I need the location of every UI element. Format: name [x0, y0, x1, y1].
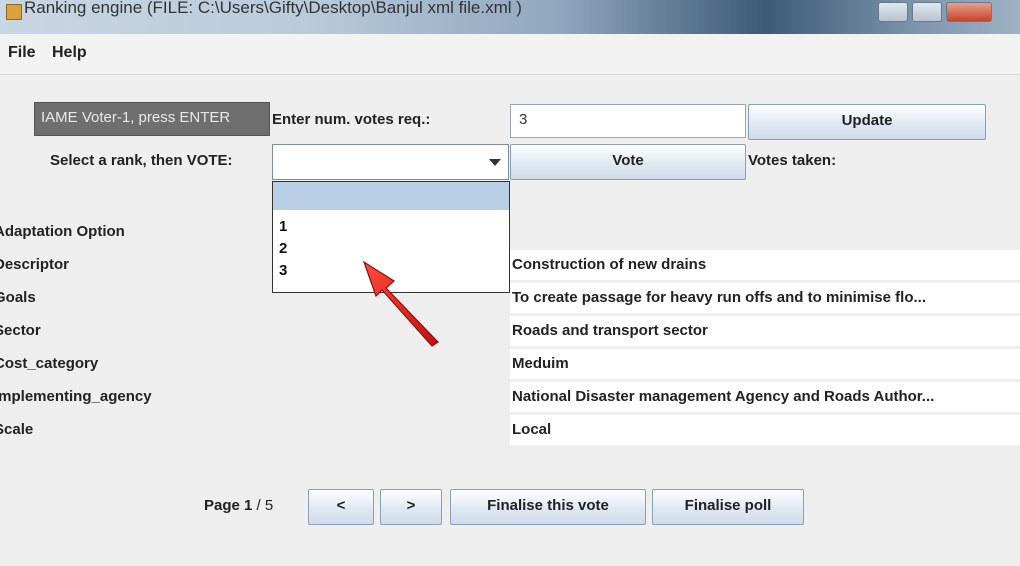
page-label: Page — [204, 497, 240, 514]
vote-button[interactable]: Vote — [510, 144, 746, 180]
attr-name-scale: Scale — [0, 421, 34, 438]
attr-value-descriptor: Construction of new drains — [512, 256, 707, 273]
prev-page-button[interactable]: < — [308, 489, 374, 525]
attr-value-cost-category: Meduim — [512, 355, 569, 372]
update-button[interactable]: Update — [748, 104, 986, 140]
rank-combo[interactable] — [272, 144, 509, 180]
attr-value-implementing-agency: National Disaster management Agency and … — [512, 388, 935, 405]
next-page-button[interactable]: > — [380, 489, 442, 525]
menu-file[interactable]: File — [8, 44, 36, 62]
window-title: Ranking engine (FILE: C:\Users\Gifty\Des… — [24, 0, 522, 17]
rank-option-blank[interactable] — [273, 182, 509, 210]
attr-value-sector: Roads and transport sector — [512, 322, 708, 339]
rank-option-1[interactable]: 1 — [273, 216, 509, 238]
chevron-down-icon[interactable] — [482, 145, 508, 179]
rank-select-label: Select a rank, then VOTE: — [50, 152, 233, 169]
attr-name-adaptation-option: Adaptation Option — [0, 223, 125, 240]
menu-bar — [0, 34, 1020, 75]
finalise-vote-button[interactable]: Finalise this vote — [450, 489, 646, 525]
attr-name-descriptor: Descriptor — [0, 256, 70, 273]
attr-name-cost-category: Cost_category — [0, 355, 99, 372]
finalise-poll-button[interactable]: Finalise poll — [652, 489, 804, 525]
maximize-icon[interactable] — [912, 2, 942, 22]
minimize-icon[interactable] — [878, 2, 908, 22]
votes-taken-label: Votes taken: — [748, 152, 837, 169]
num-votes-input[interactable]: 3 — [510, 104, 746, 138]
voter-name-field[interactable]: IAME Voter-1, press ENTER — [34, 102, 270, 136]
app-icon — [6, 4, 22, 20]
close-icon[interactable] — [946, 2, 992, 22]
page-total: / 5 — [256, 497, 274, 514]
attr-value-goals: To create passage for heavy run offs and… — [512, 289, 926, 306]
menu-help[interactable]: Help — [52, 44, 87, 62]
attr-value-scale: Local — [512, 421, 552, 438]
attr-name-sector: Sector — [0, 322, 41, 339]
page-indicator: Page 1 / 5 — [204, 497, 273, 514]
num-votes-label: Enter num. votes req.: — [272, 111, 431, 128]
page-current: 1 — [244, 497, 253, 514]
annotation-arrow-icon — [362, 260, 439, 347]
attr-name-goals: Goals — [0, 289, 36, 306]
attr-name-implementing-agency: Implementing_agency — [0, 388, 152, 405]
